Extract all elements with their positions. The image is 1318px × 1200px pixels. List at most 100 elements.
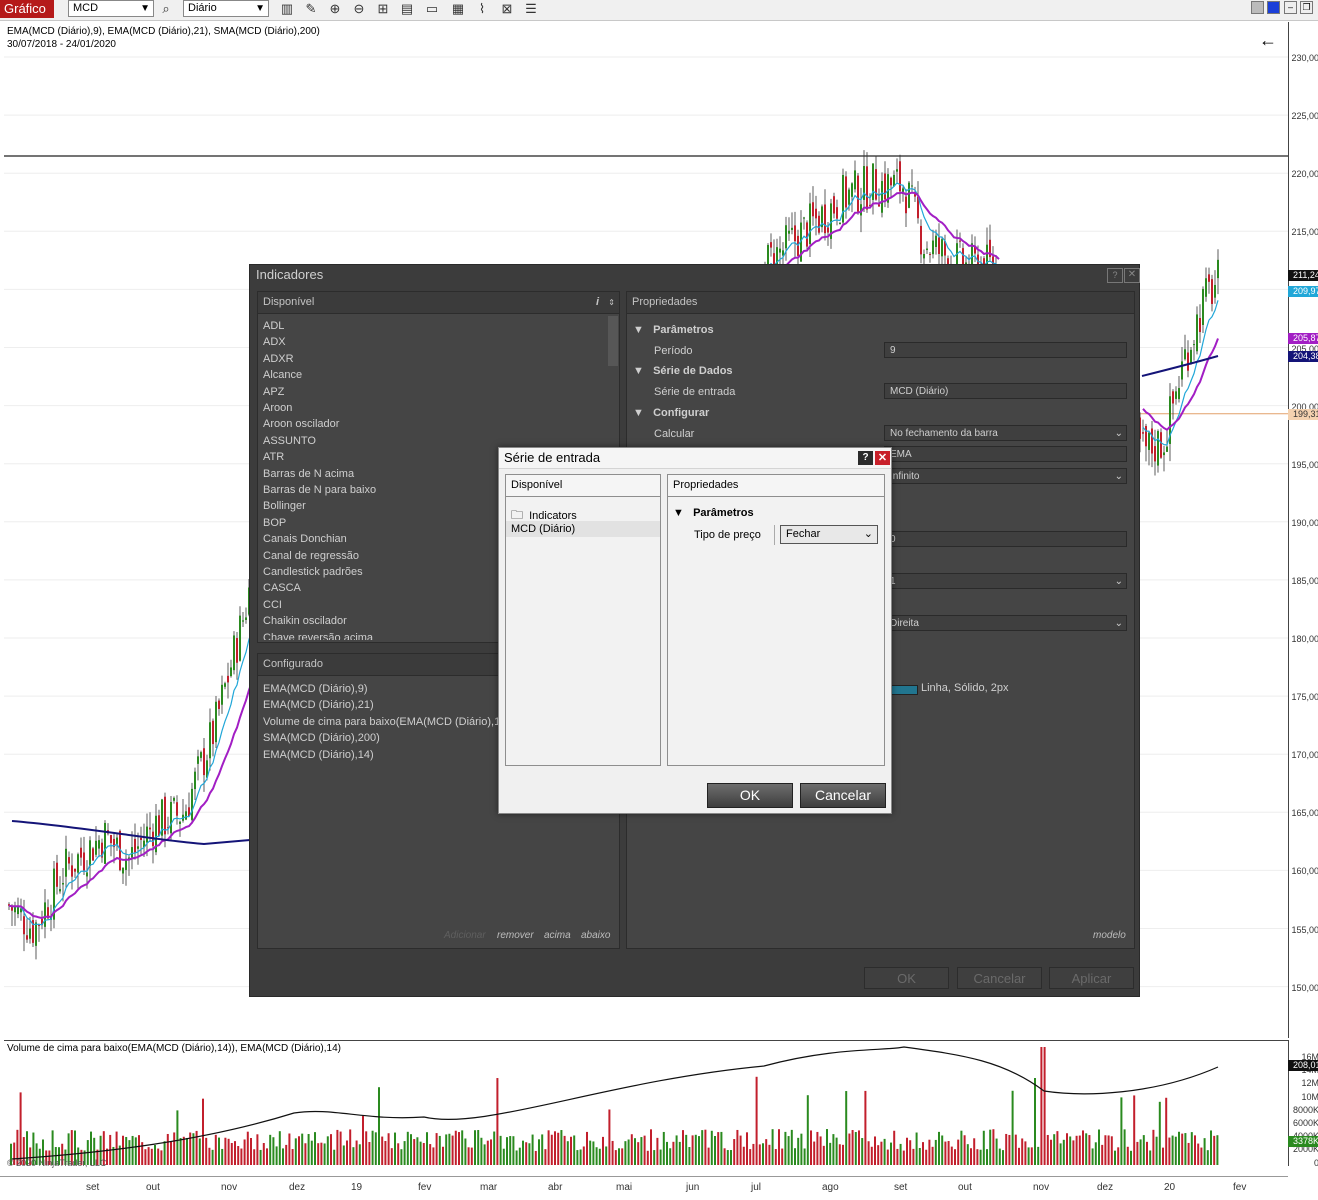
search-icon[interactable]: ⌕ [158,1,174,17]
available-item[interactable]: Barras de N para baixo [263,484,376,496]
zoom-out-icon[interactable]: ⊖ [351,1,367,17]
available-item[interactable]: Canal de regressão [263,550,359,562]
ok-button[interactable]: OK [864,967,949,989]
available-item[interactable]: CCI [263,599,282,611]
timeframe-selector[interactable]: Diário ▼ [183,0,269,17]
price-tick-label: 150,00 [1291,982,1318,993]
time-tick-label: fev [418,1182,432,1193]
volume-bar [227,1138,230,1165]
available-item[interactable]: Aroon [263,402,292,414]
add-link[interactable]: Adicionar [444,930,486,941]
candle-body [815,208,817,219]
strategies-icon[interactable]: ⌇ [474,1,490,17]
available-item[interactable]: BOP [263,517,286,529]
available-item[interactable]: Chaikin oscilador [263,615,347,627]
candle-body [824,204,826,234]
tile-icon[interactable] [1267,1,1280,14]
calculate-select[interactable]: No fechamento da barra ⌄ [884,425,1127,441]
configured-item[interactable]: SMA(MCD (Diário),200) [263,732,380,744]
volume-bar [624,1141,627,1165]
draw-icon[interactable]: ✎ [303,1,319,17]
available-item[interactable]: Alcance [263,369,302,381]
available-item[interactable]: Chave reversão acima [263,632,373,640]
parameters-section[interactable]: ▼ Parâmetros [633,324,714,336]
apply-button[interactable]: Aplicar [1049,967,1134,989]
configured-item[interactable]: EMA(MCD (Diário),9) [263,683,368,695]
price-type-select[interactable]: Fechar ⌄ [780,525,878,544]
modal-ok-button[interactable]: OK [707,783,793,808]
close-icon[interactable]: ✕ [1124,268,1140,283]
available-item[interactable]: CASCA [263,582,301,594]
candle-body [194,771,196,790]
available-item[interactable]: APZ [263,386,284,398]
period-input[interactable]: 9 [884,342,1127,358]
remove-link[interactable]: remover [497,930,534,941]
value-field[interactable]: 0 [884,531,1127,547]
candle-body [104,822,106,864]
name-field[interactable]: EMA [884,446,1127,462]
template-link[interactable]: modelo [1093,930,1126,941]
volume-bar [1008,1134,1011,1165]
available-item[interactable]: ASSUNTO [263,435,316,447]
volume-panel[interactable]: Volume de cima para baixo(EMA(MCD (Diári… [4,1040,1288,1168]
available-item[interactable]: ADX [263,336,286,348]
lookback-select[interactable]: Infinito ⌄ [884,468,1127,484]
info-icon[interactable]: i [596,292,599,313]
panel-select[interactable]: 1 ⌄ [884,573,1127,589]
restore-icon[interactable]: ❐ [1300,1,1313,14]
volume-bar [957,1139,960,1165]
input-series-field[interactable]: MCD (Diário) [884,383,1127,399]
color-icon[interactable] [1251,1,1264,14]
configure-section[interactable]: ▼ Configurar [633,407,709,419]
bar-type-icon[interactable]: ▥ [279,1,295,17]
folder-icon: 🗀 [511,508,524,522]
candle-body [890,177,892,186]
crosshair-icon[interactable]: ⊞ [375,1,391,17]
list-icon[interactable]: ☰ [523,1,539,17]
volume-bar [1043,1047,1046,1165]
cancel-button[interactable]: Cancelar [957,967,1042,989]
volume-bar [979,1149,982,1165]
candle-body [938,237,940,254]
configured-item[interactable]: Volume de cima para baixo(EMA(MCD (Diári… [263,716,514,728]
period-label: Período [654,345,693,357]
back-arrow-icon[interactable]: ← [1259,30,1277,51]
series-item-mcd[interactable]: MCD (Diário) [506,521,660,537]
scrollbar-thumb[interactable] [608,316,618,366]
available-item[interactable]: Candlestick padrões [263,566,363,578]
available-item[interactable]: ADXR [263,353,294,365]
close-icon[interactable]: ✕ [875,451,890,465]
series-parameters-section[interactable]: ▼ Parâmetros [673,507,754,519]
indicators-icon[interactable]: ⊠ [499,1,515,17]
candle-body [818,215,820,233]
volume-bar [355,1140,358,1165]
available-item[interactable]: Canais Donchian [263,533,347,545]
help-icon[interactable]: ? [1107,268,1123,283]
minimize-icon[interactable]: – [1284,1,1297,14]
available-item[interactable]: Bollinger [263,500,306,512]
candle-body [1205,278,1207,297]
properties-icon[interactable]: ▦ [450,1,466,17]
zoom-in-icon[interactable]: ⊕ [327,1,343,17]
candle-body [68,857,70,864]
up-link[interactable]: acima [544,930,571,941]
instrument-selector[interactable]: MCD ▼ [68,0,154,17]
templates-icon[interactable]: ▭ [424,1,440,17]
help-icon[interactable]: ? [858,451,873,465]
volume-bar [832,1134,835,1165]
configured-item[interactable]: EMA(MCD (Diário),14) [263,749,374,761]
available-item[interactable]: ADL [263,320,284,332]
sort-icon[interactable]: ⇕ [608,292,615,313]
data-box-icon[interactable]: ▤ [399,1,415,17]
scale-select[interactable]: Direita ⌄ [884,615,1127,631]
data-series-section[interactable]: ▼ Série de Dados [633,365,733,377]
available-item[interactable]: Aroon oscilador [263,418,339,430]
down-link[interactable]: abaixo [581,930,610,941]
plot-color-swatch[interactable] [890,685,918,695]
time-tick-label: nov [1033,1182,1050,1193]
configured-item[interactable]: EMA(MCD (Diário),21) [263,699,374,711]
available-item[interactable]: ATR [263,451,284,463]
modal-cancel-button[interactable]: Cancelar [800,783,886,808]
volume-bar [1107,1135,1110,1165]
available-item[interactable]: Barras de N acima [263,468,354,480]
